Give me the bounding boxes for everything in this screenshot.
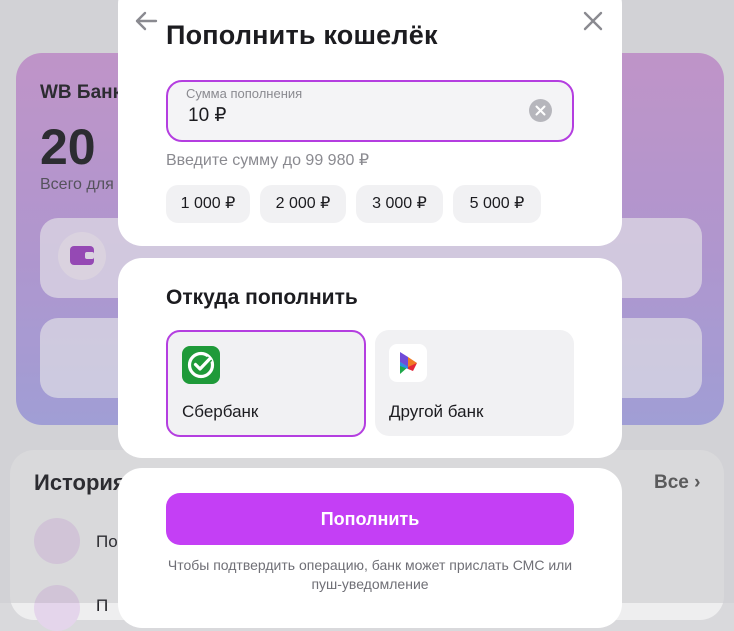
arrow-left-icon: [135, 11, 158, 31]
close-button[interactable]: [582, 10, 606, 34]
sbp-logo-icon: [389, 344, 427, 382]
quick-amount-chip[interactable]: 1 000 ₽: [166, 185, 250, 223]
clear-icon: [535, 105, 546, 116]
quick-amount-chip[interactable]: 2 000 ₽: [260, 185, 346, 223]
back-button[interactable]: [134, 10, 162, 36]
close-icon: [583, 11, 603, 31]
topup-sheet: Пополнить кошелёк Сумма пополнения 10 ₽ …: [118, 0, 622, 628]
source-title: Откуда пополнить: [166, 286, 358, 309]
quick-amount-chip[interactable]: 3 000 ₽: [356, 185, 443, 223]
clear-amount-button[interactable]: [529, 99, 552, 122]
confirmation-note: Чтобы подтвердить операцию, банк может п…: [167, 557, 573, 592]
amount-hint: Введите сумму до 99 980 ₽: [166, 152, 369, 169]
amount-input[interactable]: Сумма пополнения 10 ₽: [166, 80, 574, 142]
source-option-label: Сбербанк: [182, 402, 259, 421]
sberbank-logo-icon: [182, 346, 220, 384]
quick-amount-chip[interactable]: 5 000 ₽: [453, 185, 541, 223]
topup-submit-button[interactable]: Пополнить: [166, 493, 574, 545]
modal-title: Пополнить кошелёк: [166, 20, 438, 50]
submit-panel: [118, 468, 622, 628]
amount-input-value[interactable]: 10 ₽: [188, 104, 227, 127]
source-option-label: Другой банк: [389, 402, 484, 421]
amount-input-label: Сумма пополнения: [186, 86, 303, 101]
source-option-other-bank[interactable]: Другой банк: [375, 330, 574, 436]
source-option-sberbank[interactable]: Сбербанк: [166, 330, 366, 437]
